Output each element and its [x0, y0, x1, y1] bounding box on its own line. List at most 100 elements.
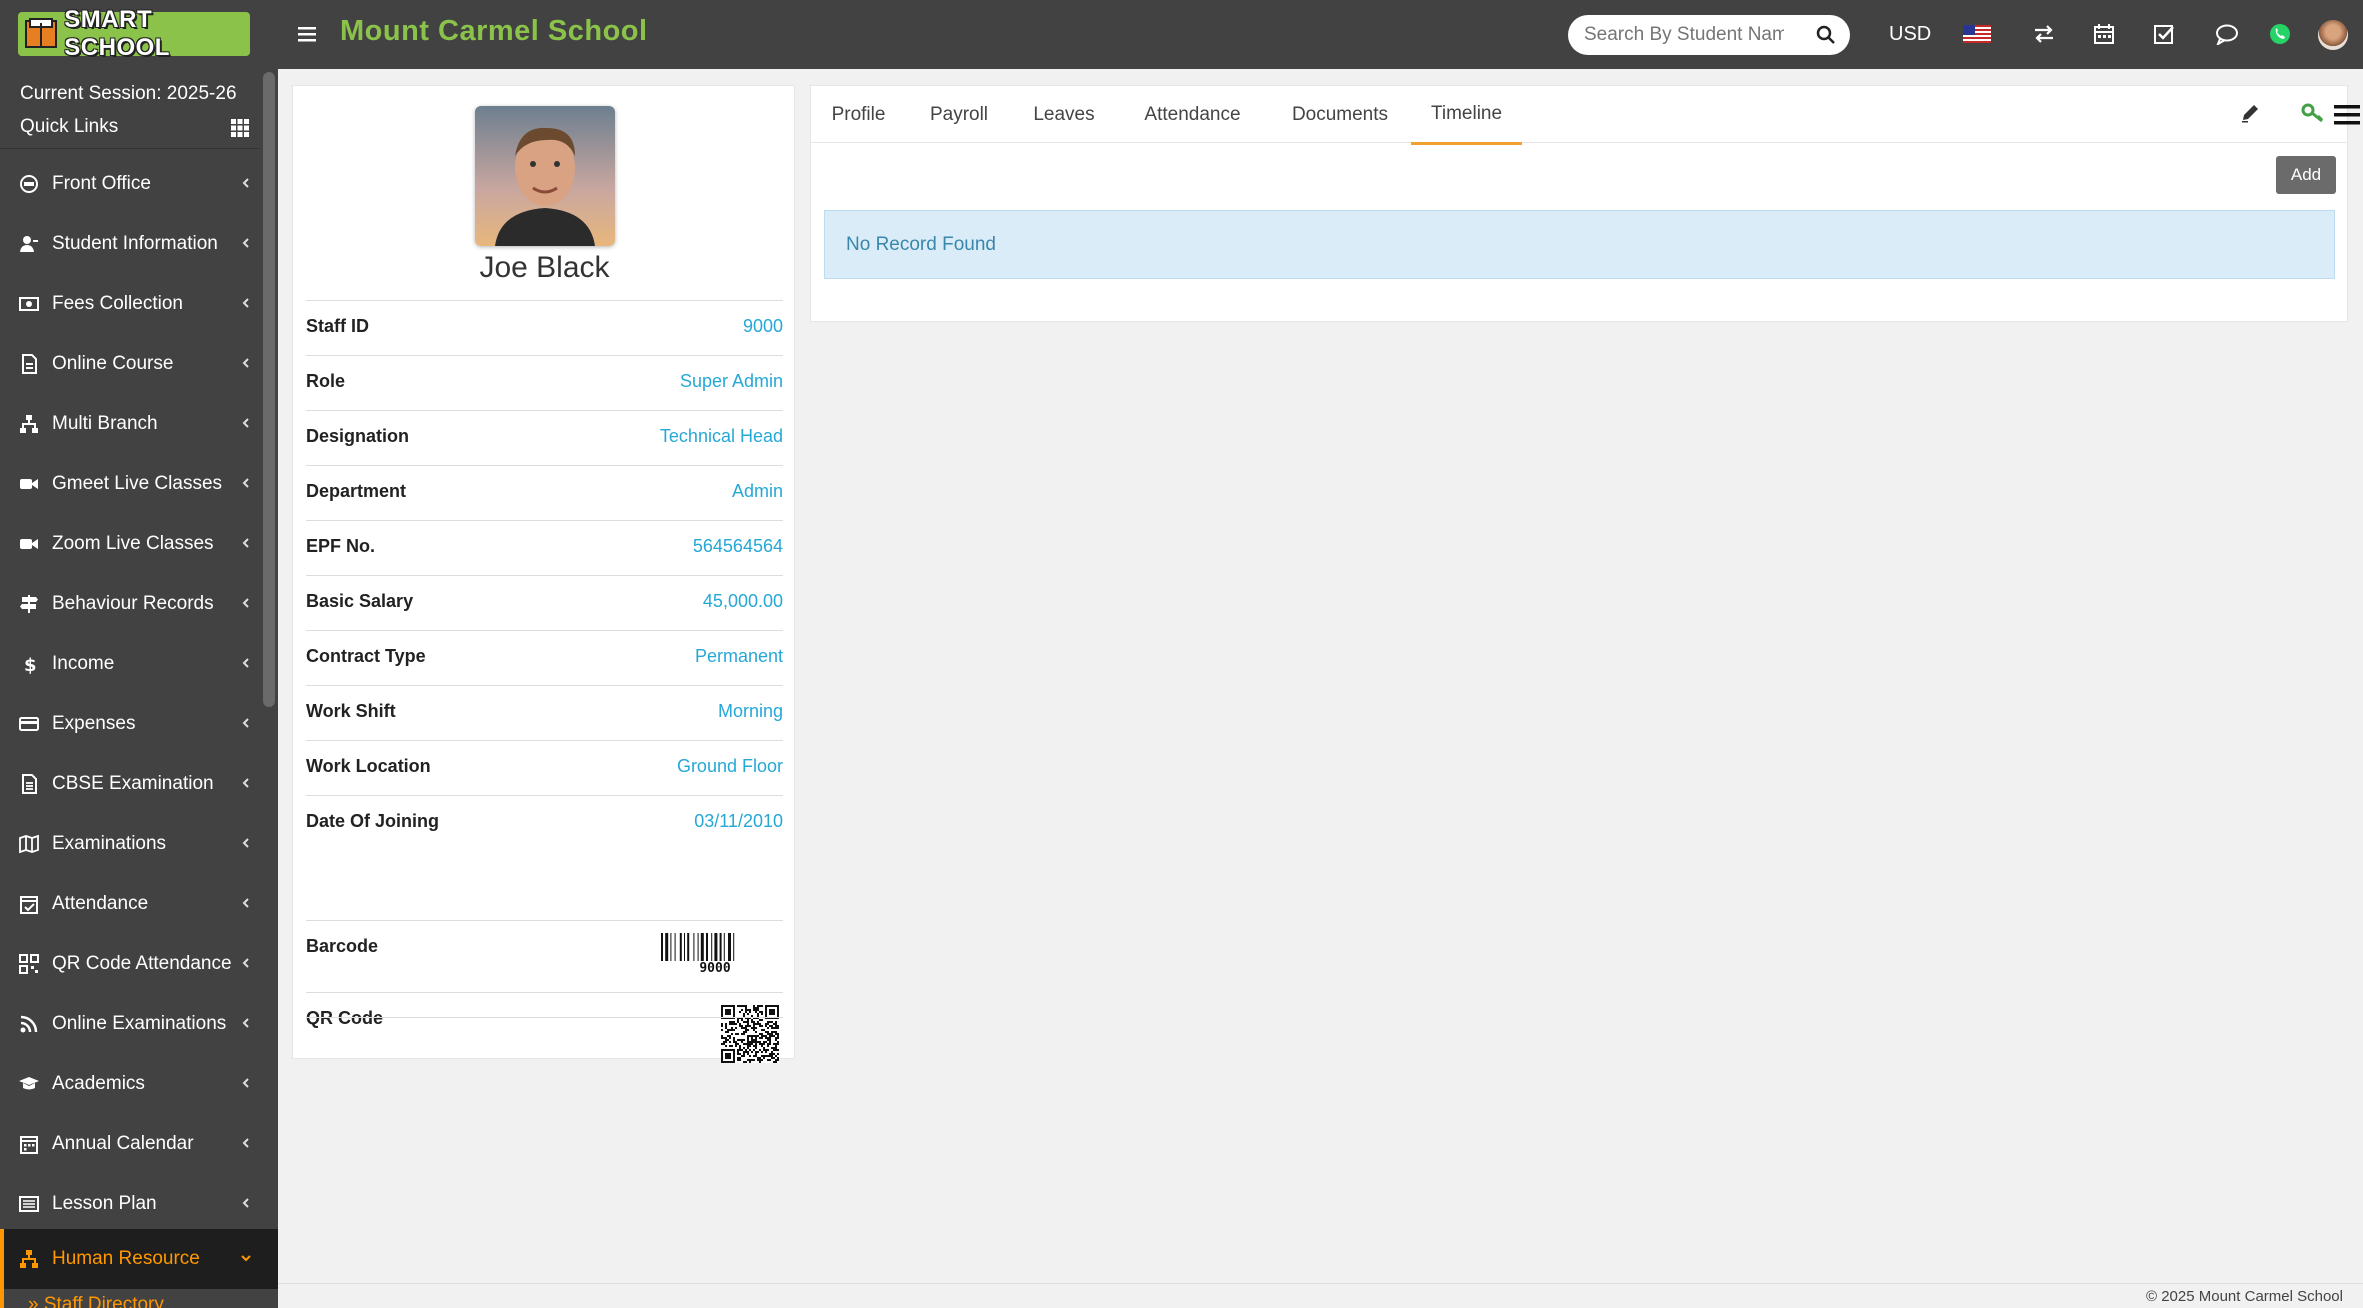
sidebar-item-human-resource[interactable]: Human Resource [0, 1229, 278, 1289]
sidebar-item-front-office[interactable]: Front Office [0, 154, 260, 214]
sidebar-item-online-examinations[interactable]: Online Examinations [0, 994, 260, 1054]
chevron-left-icon [240, 176, 252, 193]
search-icon[interactable] [1816, 25, 1836, 45]
chevron-left-icon [240, 596, 252, 613]
work-shift-value: Morning [717, 701, 783, 721]
calendar-icon[interactable] [2090, 20, 2118, 48]
sidebar-item-annual-calendar[interactable]: Annual Calendar [0, 1114, 260, 1174]
switch-icon[interactable] [2030, 20, 2058, 48]
top-header: SMART SCHOOL Mount Carmel School USD [0, 0, 2363, 69]
sidebar-item-gmeet-live-classes[interactable]: Gmeet Live Classes [0, 454, 260, 514]
quick-links[interactable]: Quick Links [20, 116, 118, 138]
sidebar-item-attendance[interactable]: Attendance [0, 874, 260, 934]
sidebar-item-examinations[interactable]: Examinations [0, 814, 260, 874]
sidebar-item-multi-branch[interactable]: Multi Branch [0, 394, 260, 454]
tab-profile[interactable]: Profile [811, 86, 906, 143]
chevron-left-icon [240, 476, 252, 493]
app-logo[interactable]: SMART SCHOOL [18, 6, 250, 61]
menu-icon[interactable] [2334, 104, 2360, 128]
course-icon [19, 354, 39, 374]
epf-no-value: 564564564 [692, 536, 783, 556]
chevron-left-icon [240, 416, 252, 433]
add-timeline-button[interactable]: Add [2276, 156, 2336, 194]
edit-icon[interactable] [2239, 102, 2261, 124]
sidebar-item-fees-collection[interactable]: Fees Collection [0, 274, 260, 334]
book-icon [18, 12, 64, 56]
signpost-icon [19, 594, 39, 614]
sidebar-item-expenses[interactable]: Expenses [0, 694, 260, 754]
sidebar-item-qr-code-attendance[interactable]: QR Code Attendance [0, 934, 260, 994]
sidebar-item-academics[interactable]: Academics [0, 1054, 260, 1114]
tab-attendance[interactable]: Attendance [1129, 86, 1256, 143]
active-indicator [0, 1229, 4, 1308]
sidebar-item-label: Front Office [52, 173, 151, 194]
barcode-image: 9000 [659, 933, 771, 982]
sidebar-item-cbse-examination[interactable]: CBSE Examination [0, 754, 260, 814]
sidebar-item-label: CBSE Examination [52, 773, 214, 794]
date-of-joining-label: Date Of Joining [306, 811, 440, 831]
contract-type-label: Contract Type [306, 646, 426, 666]
sidebar-item-behaviour-records[interactable]: Behaviour Records [0, 574, 260, 634]
info-row-work-shift: Work Shift Morning [306, 685, 783, 740]
tab-timeline[interactable]: Timeline [1411, 86, 1522, 145]
info-row-date-of-joining: Date Of Joining 03/11/2010 [306, 795, 783, 850]
task-check-icon[interactable] [2150, 20, 2178, 48]
role-label: Role [306, 371, 346, 391]
sidebar-item-income[interactable]: $ Income [0, 634, 260, 694]
work-location-value: Ground Floor [676, 756, 783, 776]
work-location-label: Work Location [306, 756, 431, 776]
sitemap-icon [19, 1249, 39, 1269]
copyright-text: © 2025 Mount Carmel School [2146, 1288, 2343, 1305]
divider [306, 1017, 783, 1018]
tab-payroll[interactable]: Payroll [914, 86, 1004, 143]
staff-profile-card: Joe Black Staff ID 9000 Role Super Admin Des… [292, 85, 795, 1063]
chevron-left-icon [240, 656, 252, 673]
sidebar-item-label: Lesson Plan [52, 1193, 157, 1214]
chevron-left-icon [240, 1136, 252, 1153]
sidebar-item-label: Annual Calendar [52, 1133, 194, 1154]
chevron-left-icon [240, 776, 252, 793]
sidebar-item-online-course[interactable]: Online Course [0, 334, 260, 394]
sidebar-item-label: Examinations [52, 833, 167, 854]
tab-leaves[interactable]: Leaves [1016, 86, 1112, 143]
sidebar-item-label: Multi Branch [52, 413, 158, 434]
user-avatar[interactable] [2318, 20, 2348, 50]
chat-icon[interactable] [2213, 20, 2241, 48]
branch-icon [19, 414, 39, 434]
sidebar-item-lesson-plan[interactable]: Lesson Plan [0, 1174, 260, 1234]
map-icon [19, 834, 39, 854]
us-flag-icon[interactable] [1963, 20, 1991, 48]
barcode-row: Barcode 9000 [306, 920, 783, 992]
search-input[interactable] [1584, 23, 1784, 47]
video-icon [19, 534, 39, 554]
tabs-bar: Profile Payroll Leaves Attendance Docume… [811, 86, 2347, 145]
info-row-role: Role Super Admin [306, 355, 783, 410]
chevron-left-icon [240, 356, 252, 373]
key-icon[interactable] [2301, 102, 2325, 124]
info-row-epf-no: EPF No. 564564564 [306, 520, 783, 575]
sidebar-item-label: Attendance [52, 893, 149, 914]
info-row-department: Department Admin [306, 465, 783, 520]
contract-type-value: Permanent [694, 646, 783, 666]
no-record-alert: No Record Found [824, 210, 2335, 279]
currency-selector[interactable]: USD [1889, 23, 1931, 46]
staff-id-label: Staff ID [306, 316, 369, 336]
sidebar-toggle-icon[interactable] [298, 25, 316, 43]
front-office-icon [19, 174, 39, 194]
grid-icon[interactable] [231, 119, 249, 137]
qrcode-image [721, 1005, 779, 1068]
info-row-designation: Designation Technical Head [306, 410, 783, 465]
sidebar-scrollbar[interactable] [263, 72, 275, 707]
sidebar-subitem-staff-directory[interactable]: » Staff Directory [28, 1294, 164, 1308]
list-icon [19, 1194, 39, 1214]
basic-salary-value: 45,000.00 [702, 591, 783, 611]
sidebar-item-label: Online Course [52, 353, 174, 374]
logo-text: SMART SCHOOL [64, 6, 170, 61]
sidebar-item-zoom-live-classes[interactable]: Zoom Live Classes [0, 514, 260, 574]
sidebar-item-label: Expenses [52, 713, 136, 734]
barcode-label: Barcode [306, 936, 379, 956]
sidebar-item-student-information[interactable]: Student Information [0, 214, 260, 274]
tab-documents[interactable]: Documents [1275, 86, 1405, 143]
credit-card-icon [19, 714, 39, 734]
whatsapp-icon[interactable] [2266, 20, 2294, 48]
